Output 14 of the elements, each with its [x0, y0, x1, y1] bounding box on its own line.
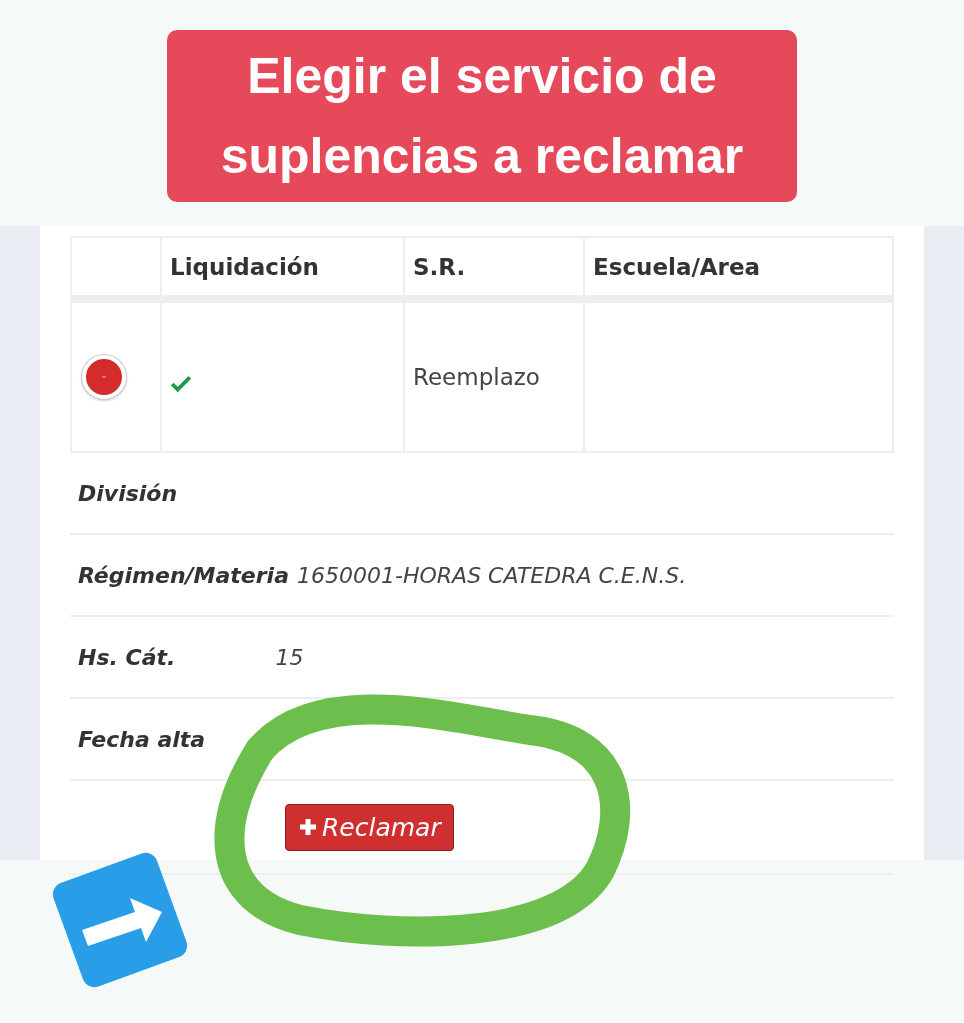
- column-header: Escuela/Area: [583, 238, 892, 295]
- detail-label: Hs. Cát.: [78, 644, 176, 670]
- table-cell: Reemplazo: [413, 364, 540, 390]
- detail-value: 15: [275, 644, 304, 670]
- reclamar-button[interactable]: Reclamar: [285, 803, 454, 851]
- detail-label: Fecha alta: [78, 726, 206, 752]
- collapse-button[interactable]: [82, 355, 126, 399]
- column-header: Liquidación: [160, 238, 403, 295]
- detail-value: 1650001-HORAS CATEDRA C.E.N.S.: [297, 562, 687, 588]
- detail-label: Régimen/Materia: [78, 562, 289, 588]
- plus-icon: [298, 817, 318, 837]
- callout-banner: Elegir el servicio de suplencias a reclamar: [167, 30, 797, 202]
- column-header: S.R.: [403, 238, 583, 295]
- detail-label: División: [78, 480, 178, 506]
